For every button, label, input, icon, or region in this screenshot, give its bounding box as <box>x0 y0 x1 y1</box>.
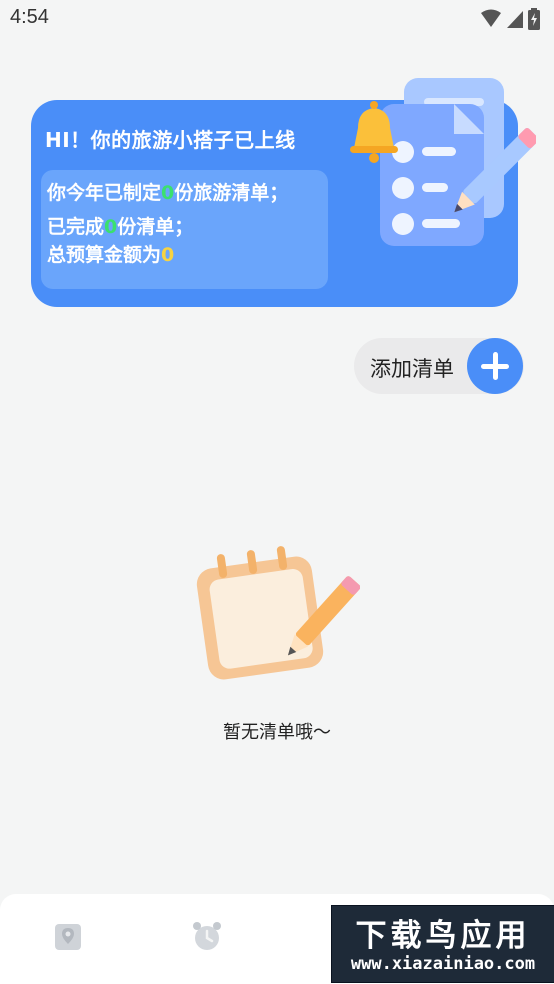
wifi-icon <box>481 9 501 27</box>
stats-box: 你今年已制定0份旅游清单； 已完成0份清单； 总预算金额为0 <box>41 170 328 289</box>
plans-count: 0 <box>161 182 175 204</box>
status-icons <box>480 8 540 30</box>
banner-title: HI！你的旅游小搭子已上线 <box>45 128 296 152</box>
alarm-clock-icon[interactable] <box>191 920 223 952</box>
map-pin-icon[interactable] <box>52 920 84 952</box>
watermark: 下载鸟应用 www.xiazainiao.com <box>331 905 554 983</box>
signal-icon <box>507 11 523 28</box>
status-time: 4:54 <box>10 6 49 28</box>
checklist-illustration <box>350 78 536 246</box>
stats-line-plans-suffix: 份旅游清单； <box>174 182 289 204</box>
stats-line-completed: 已完成0份清单； <box>47 212 193 239</box>
watermark-url: www.xiazainiao.com <box>350 954 536 974</box>
stats-line-budget-prefix: 总预算金额为 <box>47 244 162 266</box>
completed-count: 0 <box>104 216 118 238</box>
summary-banner: HI！你的旅游小搭子已上线 你今年已制定0份旅游清单； 已完成0份清单； 总预算… <box>31 78 536 307</box>
add-list-label: 添加清单 <box>370 357 454 381</box>
battery-icon <box>528 8 540 30</box>
empty-state-message: 暂无清单哦～ <box>223 722 331 743</box>
stats-line-plans: 你今年已制定0份旅游清单； <box>47 178 288 205</box>
stats-line-plans-prefix: 你今年已制定 <box>47 182 162 204</box>
stats-line-completed-suffix: 份清单； <box>117 216 194 238</box>
budget-amount: 0 <box>161 244 175 266</box>
notebook-pencil-illustration <box>196 546 360 680</box>
watermark-title: 下载鸟应用 <box>355 918 531 954</box>
stats-line-budget: 总预算金额为0 <box>47 240 174 267</box>
plus-icon[interactable] <box>467 338 523 394</box>
add-list-button[interactable]: 添加清单 <box>354 338 524 394</box>
stats-line-completed-prefix: 已完成 <box>47 216 105 238</box>
status-bar: 4:54 <box>0 0 554 38</box>
